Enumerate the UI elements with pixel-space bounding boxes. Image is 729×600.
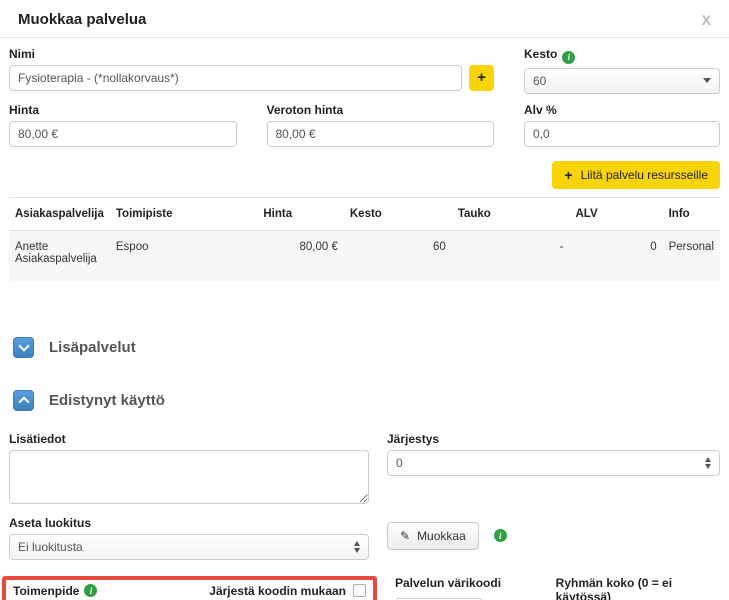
edistynyt-toggle-button[interactable] bbox=[13, 390, 34, 411]
select-stepper-icon bbox=[354, 541, 360, 553]
varikoodi-label: Palvelun värikoodi bbox=[395, 576, 501, 590]
cell-alv: 0 bbox=[569, 230, 662, 281]
nimi-label: Nimi bbox=[9, 47, 494, 61]
modal-header: Muokkaa palvelua X bbox=[0, 0, 729, 38]
jarjestys-input[interactable]: 0 bbox=[387, 450, 720, 476]
nimi-input[interactable] bbox=[9, 65, 462, 91]
jarjestys-label: Järjestys bbox=[387, 432, 720, 446]
number-stepper-icon[interactable] bbox=[705, 457, 711, 469]
col-toimipiste: Toimipiste bbox=[110, 197, 257, 230]
plus-icon: + bbox=[564, 167, 572, 183]
highlight-box: Toimenpidei Järjestä koodin mukaan 300FY… bbox=[2, 576, 377, 600]
resources-table: Asiakaspalvelija Toimipiste Hinta Kesto … bbox=[9, 197, 720, 281]
muokkaa-info-icon[interactable]: i bbox=[494, 529, 507, 542]
hinta-group: Hinta bbox=[9, 94, 237, 147]
alv-input[interactable] bbox=[524, 121, 720, 147]
toimenpide-info-icon[interactable]: i bbox=[84, 584, 97, 597]
chevron-down-icon bbox=[18, 340, 29, 351]
aseta-luokitus-select[interactable]: Ei luokitusta bbox=[9, 534, 369, 560]
modal-title: Muokkaa palvelua bbox=[18, 11, 146, 28]
kesto-value: 60 bbox=[533, 74, 546, 88]
cell-asiakaspalvelija: Anette Asiakaspalvelija bbox=[9, 230, 110, 281]
lisatiedot-textarea[interactable] bbox=[9, 450, 369, 504]
section-edistynyt-kaytto: Edistynyt käyttö bbox=[13, 390, 720, 411]
veroton-hinta-group: Veroton hinta bbox=[267, 94, 495, 147]
table-row[interactable]: Anette Asiakaspalvelija Espoo 80,00 € 60… bbox=[9, 230, 720, 281]
alv-group: Alv % bbox=[524, 94, 720, 147]
section-lisapalvelut: Lisäpalvelut bbox=[13, 337, 720, 358]
varikoodi-group: Palvelun värikoodi Ei mitään bbox=[395, 576, 538, 600]
col-hinta: Hinta bbox=[257, 197, 344, 230]
kesto-label: Kestoi bbox=[524, 47, 720, 64]
col-kesto: Kesto bbox=[344, 197, 452, 230]
veroton-hinta-input[interactable] bbox=[267, 121, 495, 147]
sort-by-code-checkbox[interactable] bbox=[353, 584, 366, 597]
advanced-left-column: Lisätiedot Aseta luokitus Ei luokitusta bbox=[9, 423, 369, 560]
caret-down-icon bbox=[703, 78, 711, 83]
edit-icon: ✎ bbox=[400, 529, 410, 543]
kesto-select[interactable]: 60 bbox=[524, 68, 720, 94]
table-header-row: Asiakaspalvelija Toimipiste Hinta Kesto … bbox=[9, 197, 720, 230]
kesto-info-icon[interactable]: i bbox=[562, 51, 575, 64]
modal-body: Nimi + Kestoi 60 Hinta Veroton bbox=[0, 38, 729, 600]
attach-service-to-resources-button[interactable]: + Liitä palvelu resursseille bbox=[552, 161, 720, 189]
col-alv: ALV bbox=[569, 197, 662, 230]
lisapalvelut-label: Lisäpalvelut bbox=[49, 339, 136, 356]
cell-hinta: 80,00 € bbox=[257, 230, 344, 281]
ryhman-koko-group: Ryhmän koko (0 = ei käytössä) 0 bbox=[556, 576, 720, 600]
hinta-label: Hinta bbox=[9, 103, 237, 117]
chevron-up-icon bbox=[18, 396, 29, 407]
cell-tauko: - bbox=[452, 230, 570, 281]
cell-info: Personal bbox=[663, 230, 720, 281]
edit-service-modal: Muokkaa palvelua X Nimi + Kestoi 60 bbox=[0, 0, 729, 600]
aseta-luokitus-value: Ei luokitusta bbox=[18, 540, 83, 554]
advanced-right-column: Järjestys 0 ✎ Muokkaa i bbox=[387, 423, 720, 560]
add-name-button[interactable]: + bbox=[469, 65, 494, 91]
cell-toimipiste: Espoo bbox=[110, 230, 257, 281]
edistynyt-label: Edistynyt käyttö bbox=[49, 392, 165, 409]
hinta-input[interactable] bbox=[9, 121, 237, 147]
kesto-group: Kestoi 60 bbox=[524, 38, 720, 94]
aseta-luokitus-label: Aseta luokitus bbox=[9, 516, 369, 530]
close-icon[interactable]: X bbox=[702, 12, 711, 28]
sort-by-code-label: Järjestä koodin mukaan bbox=[209, 584, 346, 598]
col-info: Info bbox=[663, 197, 720, 230]
veroton-hinta-label: Veroton hinta bbox=[267, 103, 495, 117]
cell-kesto: 60 bbox=[344, 230, 452, 281]
nimi-group: Nimi + bbox=[9, 38, 494, 94]
ryhman-koko-label: Ryhmän koko (0 = ei käytössä) bbox=[556, 576, 720, 600]
lisatiedot-label: Lisätiedot bbox=[9, 432, 369, 446]
alv-label: Alv % bbox=[524, 103, 720, 117]
jarjestys-value: 0 bbox=[396, 456, 403, 470]
col-asiakaspalvelija: Asiakaspalvelija bbox=[9, 197, 110, 230]
toimenpide-label: Toimenpidei bbox=[13, 584, 97, 598]
lisapalvelut-toggle-button[interactable] bbox=[13, 337, 34, 358]
col-tauko: Tauko bbox=[452, 197, 570, 230]
muokkaa-button[interactable]: ✎ Muokkaa bbox=[387, 522, 479, 550]
